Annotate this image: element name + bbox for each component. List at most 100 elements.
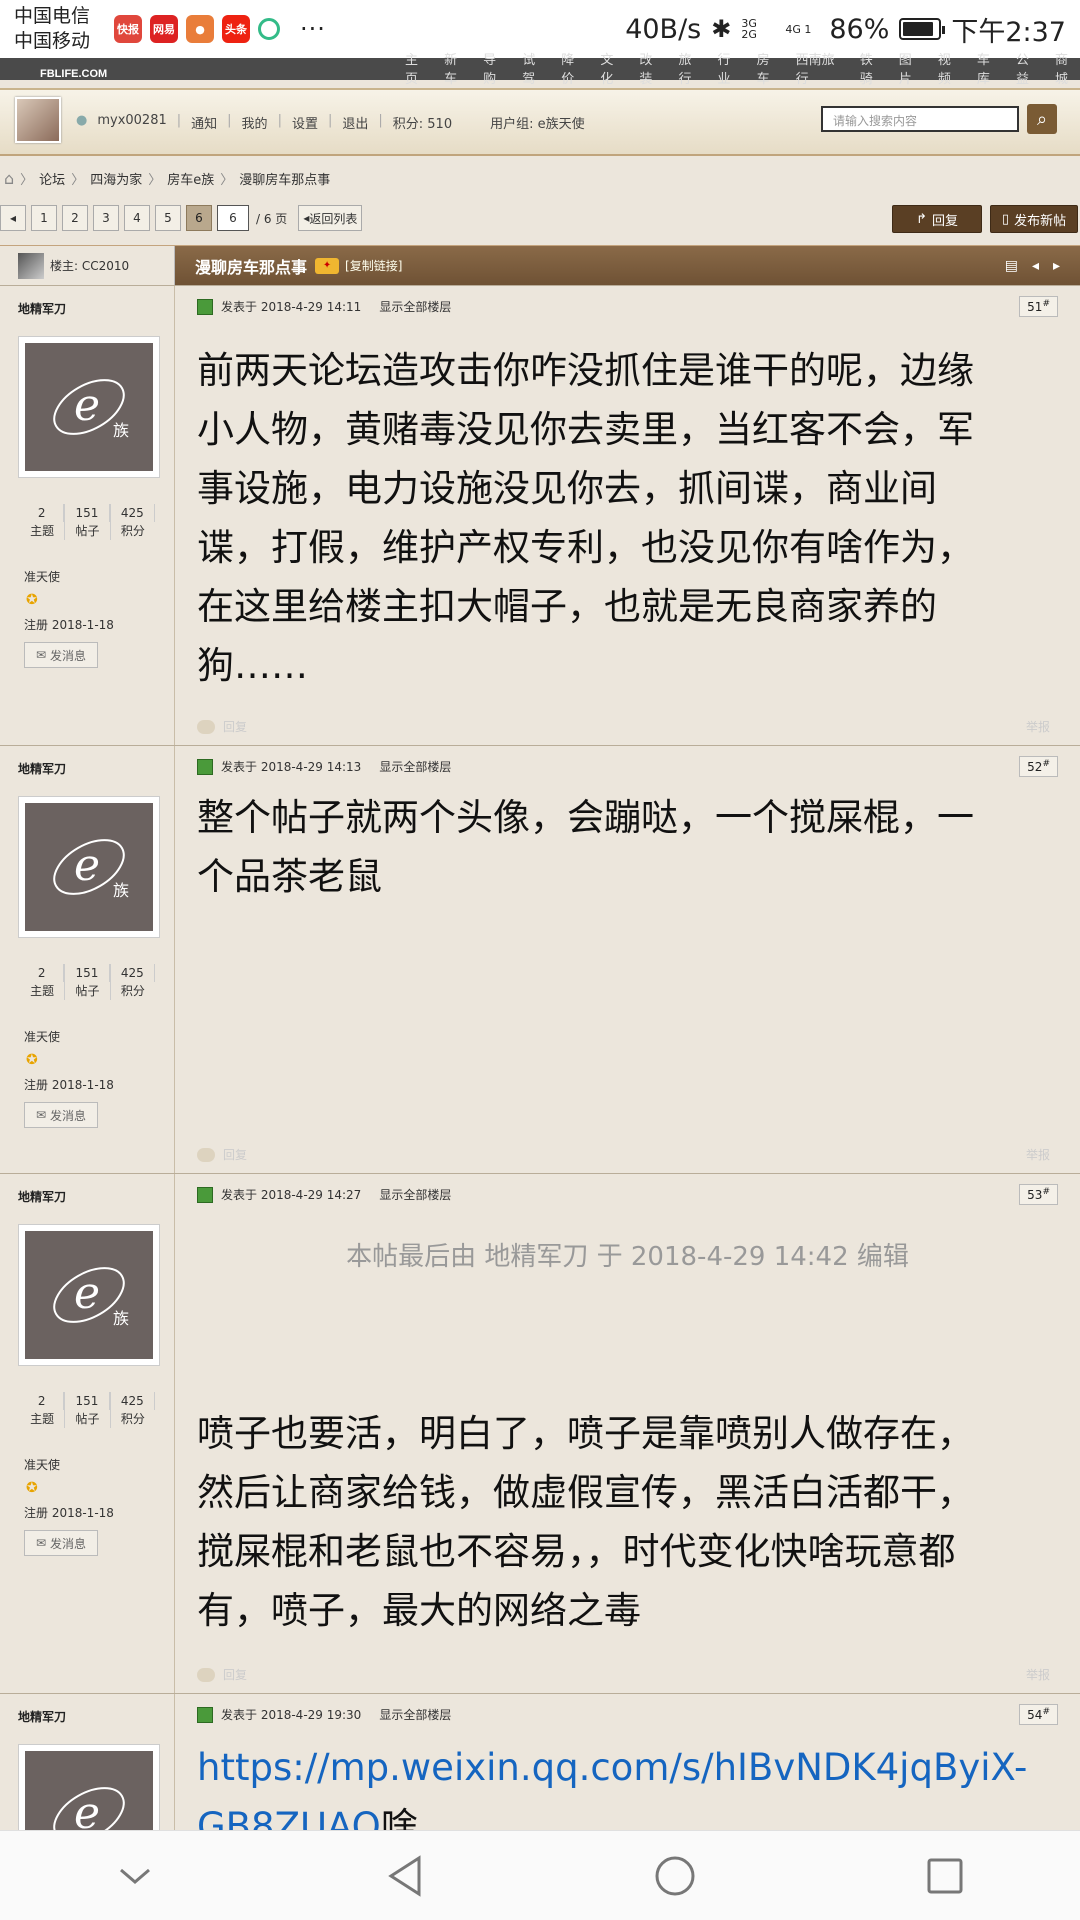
online-status-icon — [197, 758, 213, 775]
send-message-label: 发消息 — [50, 648, 87, 663]
stat-topics[interactable]: 2 主题 — [20, 964, 66, 1000]
page-link[interactable]: 1 — [31, 205, 57, 231]
stat-topics[interactable]: 2 主题 — [20, 504, 66, 540]
author-name[interactable]: 地精军刀 — [18, 1708, 66, 1725]
nav-link[interactable]: 降价 — [561, 49, 586, 87]
stat-points[interactable]: 425 积分 — [111, 504, 155, 540]
owner-avatar[interactable] — [18, 252, 44, 279]
report-link[interactable]: 举报 — [1026, 718, 1050, 735]
star-icon: ✪ — [26, 592, 38, 608]
user-avatar[interactable] — [15, 97, 61, 143]
author-avatar[interactable]: e 族 — [18, 1224, 160, 1366]
nav-link[interactable]: 改装 — [639, 49, 664, 87]
post-line: 个品茶老鼠 — [197, 855, 382, 898]
author-avatar[interactable]: e 族 — [18, 336, 160, 478]
reply-link[interactable]: 回复 — [197, 1146, 247, 1163]
breadcrumb-item[interactable]: 论坛 — [39, 169, 65, 188]
prev-page-button[interactable]: ◂ — [0, 205, 26, 231]
stat-points[interactable]: 425 积分 — [111, 1392, 155, 1428]
stat-posts[interactable]: 151 帖子 — [65, 1392, 111, 1428]
stat-topics[interactable]: 2 主题 — [20, 1392, 66, 1428]
nav-link[interactable]: 试驾 — [522, 49, 547, 87]
notify-link[interactable]: 通知 — [191, 113, 217, 132]
stat-posts[interactable]: 151 帖子 — [65, 964, 111, 1000]
show-all-floors-link[interactable]: 显示全部楼层 — [379, 298, 451, 315]
nav-link[interactable]: 铁骑 — [860, 49, 885, 87]
nav-link[interactable]: 新车 — [444, 49, 469, 87]
post-link[interactable]: https://mp.weixin.qq.com/s/hIBvNDK4jqByi… — [197, 1738, 1057, 1797]
points-link[interactable]: 积分: 510 — [393, 113, 452, 132]
nav-link[interactable]: 旅行 — [678, 49, 703, 87]
report-link[interactable]: 举报 — [1026, 1666, 1050, 1683]
nav-link[interactable]: 房车 — [757, 49, 782, 87]
back-icon[interactable] — [375, 1846, 435, 1906]
reply-link[interactable]: 回复 — [197, 718, 247, 735]
print-icon[interactable]: ▤ — [1005, 258, 1018, 274]
page-link[interactable]: 3 — [93, 205, 119, 231]
page-link[interactable]: 4 — [124, 205, 150, 231]
show-all-floors-link[interactable]: 显示全部楼层 — [379, 1706, 451, 1723]
nav-link[interactable]: 视频 — [938, 49, 963, 87]
nav-link[interactable]: 西南旅行 — [796, 49, 846, 87]
svg-text:e: e — [74, 1268, 100, 1319]
post-sidebar: 地精军刀 e 族 2 主题 151 帖子 425 积分 准天使 ✪ 注册 2018-1… — [0, 1174, 175, 1693]
send-message-button[interactable]: ✉ 发消息 — [24, 642, 98, 668]
reply-button[interactable]: ↱ 回复 — [892, 205, 982, 233]
author-avatar[interactable]: e 族 — [18, 796, 160, 938]
new-post-button[interactable]: ▯ 发布新帖 — [990, 205, 1078, 233]
nav-link[interactable]: 公益 — [1016, 49, 1041, 87]
floor-number[interactable]: 51# — [1019, 296, 1058, 317]
author-name[interactable]: 地精军刀 — [18, 300, 66, 317]
next-thread-icon[interactable]: ▸ — [1053, 258, 1060, 274]
nav-link[interactable]: 行业 — [718, 49, 743, 87]
page-link[interactable]: 2 — [62, 205, 88, 231]
stat-value: 2 — [20, 1392, 65, 1410]
back-to-list-button[interactable]: ◂ 返回列表 — [298, 205, 363, 231]
stat-points[interactable]: 425 积分 — [111, 964, 155, 1000]
username-link[interactable]: myx00281 — [97, 113, 166, 132]
author-name[interactable]: 地精军刀 — [18, 1188, 66, 1205]
thread-title: 漫聊房车那点事 — [195, 257, 308, 277]
home-icon[interactable]: ⌂ — [4, 169, 14, 188]
page-link[interactable]: 5 — [155, 205, 181, 231]
recents-icon[interactable] — [915, 1846, 975, 1906]
chevron-right-icon: 〉 — [20, 172, 34, 188]
search-button[interactable]: ⌕ — [1027, 104, 1057, 134]
breadcrumb-item[interactable]: 漫聊房车那点事 — [239, 169, 330, 188]
stat-label: 主题 — [30, 1412, 55, 1426]
page-number-input[interactable]: 6 — [217, 205, 249, 231]
floor-number[interactable]: 53# — [1019, 1184, 1058, 1205]
send-message-button[interactable]: ✉ 发消息 — [24, 1102, 98, 1128]
author-name[interactable]: 地精军刀 — [18, 760, 66, 777]
show-all-floors-link[interactable]: 显示全部楼层 — [379, 758, 451, 775]
reply-link[interactable]: 回复 — [197, 1666, 247, 1683]
post-line: 谍，打假，维护产权专利，也没见你有啥作为， — [197, 526, 974, 569]
site-logo[interactable]: FBLIFE.COM — [40, 50, 107, 82]
my-link[interactable]: 我的 — [242, 113, 268, 132]
nav-link[interactable]: 文化 — [600, 49, 625, 87]
send-message-button[interactable]: ✉ 发消息 — [24, 1530, 98, 1556]
floor-number[interactable]: 54# — [1019, 1704, 1058, 1725]
report-link[interactable]: 举报 — [1026, 1146, 1050, 1163]
settings-link[interactable]: 设置 — [292, 113, 318, 132]
author-stats: 2 主题 151 帖子 425 积分 — [20, 504, 155, 540]
nav-link[interactable]: 商城 — [1055, 49, 1080, 87]
stat-label: 帖子 — [75, 984, 100, 998]
nav-link[interactable]: 图片 — [899, 49, 924, 87]
copy-link[interactable]: [复制链接] — [345, 257, 402, 274]
owner-label[interactable]: 楼主: CC2010 — [50, 257, 129, 274]
home-button-icon[interactable] — [645, 1846, 705, 1906]
prev-thread-icon[interactable]: ◂ — [1032, 258, 1039, 274]
nav-link[interactable]: 导购 — [483, 49, 508, 87]
logout-link[interactable]: 退出 — [342, 113, 368, 132]
stat-posts[interactable]: 151 帖子 — [65, 504, 111, 540]
breadcrumb-item[interactable]: 房车e族 — [167, 169, 214, 188]
show-all-floors-link[interactable]: 显示全部楼层 — [379, 1186, 451, 1203]
search-input[interactable]: 请输入搜索内容 — [821, 106, 1019, 132]
nav-link[interactable]: 主页 — [405, 49, 430, 87]
collapse-icon[interactable] — [105, 1846, 165, 1906]
breadcrumb-item[interactable]: 四海为家 — [90, 169, 142, 188]
usergroup-link[interactable]: 用户组: e族天使 — [490, 113, 585, 132]
nav-link[interactable]: 车库 — [977, 49, 1002, 87]
floor-number[interactable]: 52# — [1019, 756, 1058, 777]
